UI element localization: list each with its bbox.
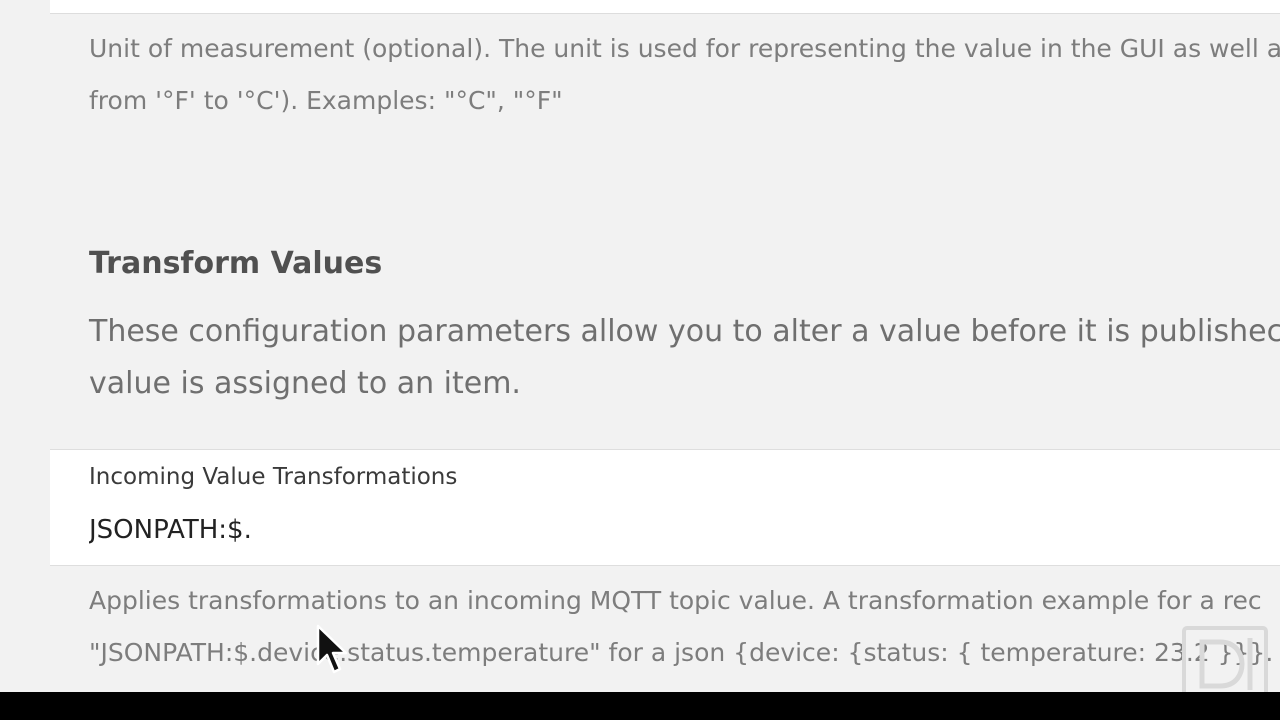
bottom-bar [0, 692, 1280, 720]
incoming-transform-field[interactable]: Incoming Value Transformations [50, 449, 1280, 566]
unit-description-line-2: from '°F' to '°C'). Examples: "°C", "°F" [89, 86, 563, 115]
unit-description-line-1: Unit of measurement (optional). The unit… [89, 34, 1280, 63]
incoming-transform-label: Incoming Value Transformations [89, 464, 458, 490]
section-title: Transform Values [89, 246, 383, 281]
incoming-description-line-1: Applies transformations to an incoming M… [89, 586, 1262, 615]
watermark-logo-icon [1182, 626, 1268, 692]
section-description: These configuration parameters allow you… [89, 306, 1280, 410]
unit-field-card[interactable] [50, 0, 1280, 14]
section-description-line-2: value is assigned to an item. [89, 366, 521, 401]
incoming-transform-description: Applies transformations to an incoming M… [89, 575, 1280, 679]
settings-page: Unit of measurement (optional). The unit… [0, 0, 1280, 692]
mouse-pointer-icon [316, 624, 348, 674]
unit-field-description: Unit of measurement (optional). The unit… [89, 23, 1280, 127]
section-description-line-1: These configuration parameters allow you… [89, 314, 1280, 349]
incoming-transform-input[interactable] [89, 510, 1189, 550]
incoming-description-line-2: "JSONPATH:$.device.status.temperature" f… [89, 638, 1280, 667]
